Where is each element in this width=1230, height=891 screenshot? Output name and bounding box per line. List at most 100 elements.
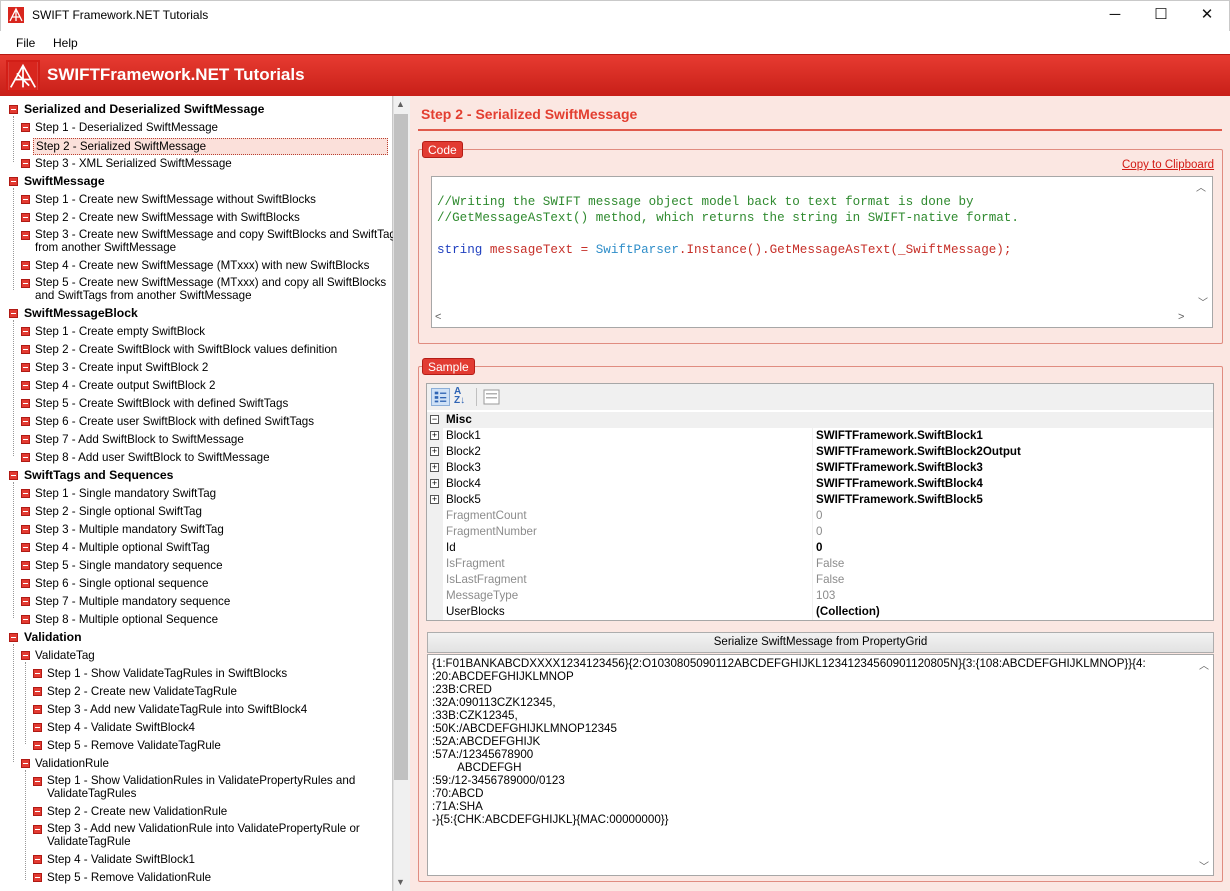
grid-row-block3[interactable]: + Block3 SWIFTFramework.SwiftBlock3 — [427, 460, 1213, 476]
property-value[interactable]: SWIFTFramework.SwiftBlock1 — [816, 429, 983, 442]
tree-item[interactable]: Step 4 - Create new SwiftMessage (MTxxx)… — [35, 259, 369, 272]
tree-item-continuation[interactable]: and SwiftTags from another SwiftMessage — [35, 289, 252, 302]
code-scroll-down-icon[interactable]: ﹀ — [1198, 294, 1208, 309]
menu-help[interactable]: Help — [53, 36, 78, 50]
tree-item[interactable]: Step 3 - XML Serialized SwiftMessage — [35, 157, 232, 170]
tree-item[interactable]: Step 4 - Create output SwiftBlock 2 — [35, 379, 215, 392]
tree-item[interactable]: Step 6 - Create user SwiftBlock with def… — [35, 415, 314, 428]
code-scroll-left-icon[interactable]: < — [435, 311, 441, 323]
column-divider[interactable] — [812, 492, 813, 508]
expand-icon[interactable]: + — [430, 447, 439, 456]
tree-item[interactable]: Step 5 - Create new SwiftMessage (MTxxx)… — [35, 276, 386, 289]
collapse-icon[interactable] — [9, 633, 18, 642]
property-value[interactable]: (Collection) — [816, 605, 880, 618]
tree-item[interactable]: Step 3 - Add new ValidateTagRule into Sw… — [47, 703, 307, 716]
tree-item[interactable]: Step 1 - Show ValidateTagRules in SwiftB… — [47, 667, 287, 680]
scroll-up-icon[interactable]: ▲ — [396, 99, 405, 109]
grid-row-block1[interactable]: + Block1 SWIFTFramework.SwiftBlock1 — [427, 428, 1213, 444]
tree-item-selected[interactable]: Step 2 - Serialized SwiftMessage — [33, 138, 388, 155]
tree-item[interactable]: Step 6 - Single optional sequence — [35, 577, 208, 590]
tree-item-continuation[interactable]: ValidateTagRule — [47, 835, 131, 848]
column-divider[interactable] — [812, 444, 813, 460]
collapse-category-icon[interactable]: − — [430, 415, 439, 424]
tree-item[interactable]: Step 5 - Create SwiftBlock with defined … — [35, 397, 288, 410]
scroll-down-icon[interactable]: ▼ — [396, 877, 405, 887]
grid-row-block2[interactable]: + Block2 SWIFTFramework.SwiftBlock2Output — [427, 444, 1213, 460]
tree-item[interactable]: Step 4 - Multiple optional SwiftTag — [35, 541, 210, 554]
tree-item[interactable]: Step 2 - Create new SwiftMessage with Sw… — [35, 211, 300, 224]
collapse-icon[interactable] — [9, 471, 18, 480]
output-scrollbar[interactable] — [1196, 655, 1213, 875]
expand-icon[interactable]: + — [430, 479, 439, 488]
tree-item[interactable]: Step 5 - Remove ValidationRule — [47, 871, 211, 884]
column-divider[interactable] — [812, 476, 813, 492]
tree-item-continuation[interactable]: ValidateTagRules — [47, 787, 136, 800]
tree-item[interactable]: Step 1 - Show ValidationRules in Validat… — [47, 774, 355, 787]
minimize-button[interactable]: ─ — [1092, 0, 1138, 31]
maximize-button[interactable]: ☐ — [1138, 0, 1184, 31]
column-divider[interactable] — [812, 524, 813, 540]
collapse-icon[interactable] — [21, 651, 30, 660]
tree-item[interactable]: Step 2 - Create new ValidationRule — [47, 805, 227, 818]
grid-row-messagetype[interactable]: MessageType 103 — [427, 588, 1213, 604]
tree-item[interactable]: Step 1 - Deserialized SwiftMessage — [35, 121, 218, 134]
grid-row-fragmentcount[interactable]: FragmentCount 0 — [427, 508, 1213, 524]
tree-item[interactable]: Step 5 - Single mandatory sequence — [35, 559, 223, 572]
property-value[interactable]: SWIFTFramework.SwiftBlock2Output — [816, 445, 1021, 458]
tree-group-swiftmessageblock[interactable]: SwiftMessageBlock — [24, 307, 138, 320]
column-divider[interactable] — [812, 588, 813, 604]
tree-scrollbar-thumb[interactable] — [394, 114, 408, 780]
expand-icon[interactable]: + — [430, 463, 439, 472]
serialize-button[interactable]: Serialize SwiftMessage from PropertyGrid — [427, 632, 1214, 653]
tree-group-tags-sequences[interactable]: SwiftTags and Sequences — [24, 469, 173, 482]
tree-item[interactable]: Step 4 - Validate SwiftBlock1 — [47, 853, 195, 866]
tree-subgroup-validatetag[interactable]: ValidateTag — [35, 649, 95, 662]
serialized-output-textarea[interactable]: {1:F01BANKABCDXXXX1234123456}{2:O1030805… — [427, 654, 1214, 876]
collapse-icon[interactable] — [21, 759, 30, 768]
grid-category-row[interactable]: − Misc — [427, 412, 1213, 428]
copy-to-clipboard-link[interactable]: Copy to Clipboard — [1122, 159, 1214, 171]
menu-file[interactable]: File — [16, 36, 35, 50]
tree-item[interactable]: Step 1 - Create new SwiftMessage without… — [35, 193, 316, 206]
categorized-view-icon[interactable] — [431, 388, 450, 406]
tree-item[interactable]: Step 3 - Create input SwiftBlock 2 — [35, 361, 208, 374]
column-divider[interactable] — [812, 508, 813, 524]
property-value[interactable]: SWIFTFramework.SwiftBlock5 — [816, 493, 983, 506]
tree-item[interactable]: Step 2 - Single optional SwiftTag — [35, 505, 202, 518]
tree-item[interactable]: Step 4 - Validate SwiftBlock4 — [47, 721, 195, 734]
tree-item[interactable]: Step 3 - Multiple mandatory SwiftTag — [35, 523, 224, 536]
code-scroll-right-icon[interactable]: > — [1178, 311, 1184, 323]
column-divider[interactable] — [812, 572, 813, 588]
collapse-icon[interactable] — [9, 105, 18, 114]
property-value[interactable]: 0 — [816, 541, 822, 554]
tree-item[interactable]: Step 3 - Add new ValidationRule into Val… — [47, 822, 360, 835]
grid-row-islastfragment[interactable]: IsLastFragment False — [427, 572, 1213, 588]
property-value[interactable]: SWIFTFramework.SwiftBlock3 — [816, 461, 983, 474]
tree-item[interactable]: Step 2 - Create new ValidateTagRule — [47, 685, 237, 698]
grid-row-isfragment[interactable]: IsFragment False — [427, 556, 1213, 572]
tree-item[interactable]: Step 2 - Create SwiftBlock with SwiftBlo… — [35, 343, 337, 356]
property-pages-icon[interactable] — [483, 389, 500, 405]
tree-item[interactable]: Step 3 - Create new SwiftMessage and cop… — [35, 228, 402, 241]
tree-item[interactable]: Step 7 - Add SwiftBlock to SwiftMessage — [35, 433, 244, 446]
grid-row-fragmentnumber[interactable]: FragmentNumber 0 — [427, 524, 1213, 540]
collapse-icon[interactable] — [9, 177, 18, 186]
tree-group-swiftmessage[interactable]: SwiftMessage — [24, 175, 105, 188]
expand-icon[interactable]: + — [430, 431, 439, 440]
tree-item-continuation[interactable]: from another SwiftMessage — [35, 241, 176, 254]
tree-item[interactable]: Step 7 - Multiple mandatory sequence — [35, 595, 230, 608]
tree-group-serialized[interactable]: Serialized and Deserialized SwiftMessage — [24, 103, 264, 116]
grid-row-block5[interactable]: + Block5 SWIFTFramework.SwiftBlock5 — [427, 492, 1213, 508]
output-scroll-up-icon[interactable]: ︿ — [1199, 657, 1209, 672]
column-divider[interactable] — [812, 540, 813, 556]
tree-item[interactable]: Step 8 - Multiple optional Sequence — [35, 613, 218, 626]
column-divider[interactable] — [812, 604, 813, 620]
tree-item[interactable]: Step 5 - Remove ValidateTagRule — [47, 739, 221, 752]
output-scroll-down-icon[interactable]: ﹀ — [1199, 858, 1209, 873]
column-divider[interactable] — [812, 428, 813, 444]
grid-row-block4[interactable]: + Block4 SWIFTFramework.SwiftBlock4 — [427, 476, 1213, 492]
property-value[interactable]: SWIFTFramework.SwiftBlock4 — [816, 477, 983, 490]
code-viewer[interactable]: //Writing the SWIFT message object model… — [431, 176, 1213, 328]
column-divider[interactable] — [812, 460, 813, 476]
tree-item[interactable]: Step 1 - Create empty SwiftBlock — [35, 325, 205, 338]
